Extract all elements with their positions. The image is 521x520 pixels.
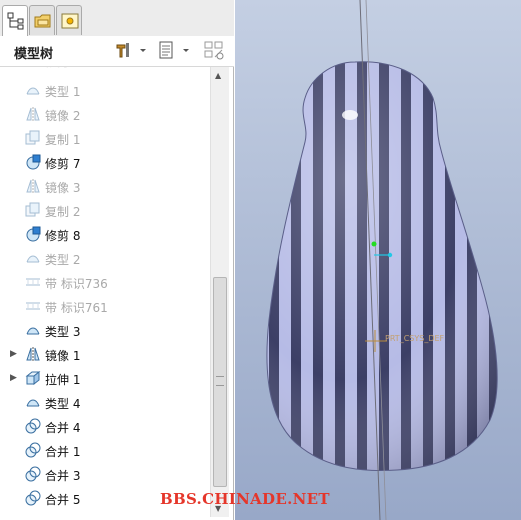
tree-item[interactable]: ▶ 拉伸 1 [0, 367, 210, 391]
model-tree-icon [7, 12, 24, 30]
tree-item[interactable]: 类型 3 [0, 319, 210, 343]
mirror-icon [25, 106, 41, 122]
tree-row-cutoff[interactable]: 修剪 6 [0, 67, 210, 73]
tree-item-label: 带 标识736 [45, 277, 108, 291]
merge-icon [25, 418, 41, 434]
tree-item-label: 合并 4 [45, 421, 81, 435]
tree-item-label: 修剪 7 [45, 157, 81, 171]
tree-item-label: 合并 3 [45, 469, 81, 483]
tree-item-label: 带 标识761 [45, 301, 108, 315]
merge-icon [25, 466, 41, 482]
copy-icon [25, 202, 41, 218]
tree-item[interactable]: 合并 4 [0, 415, 210, 439]
sweep-icon [25, 322, 41, 338]
scrollbar-thumb[interactable] [213, 277, 227, 487]
tree-item[interactable]: 复制 1 [0, 127, 210, 151]
sweep-icon [25, 250, 41, 266]
tree-item[interactable]: 合并 1 [0, 439, 210, 463]
navigator-tabs [0, 0, 234, 37]
watermark-text: BBS.CHINADE.NET [160, 490, 330, 508]
tree-item[interactable]: 类型 2 [0, 247, 210, 271]
tree-item[interactable]: 带 标识736 [0, 271, 210, 295]
tools-icon [116, 43, 129, 58]
trim-icon [25, 226, 41, 242]
favorites-icon [61, 13, 79, 29]
tree-item-label: 类型 3 [45, 325, 81, 339]
merge-icon [25, 442, 41, 458]
tree-item[interactable]: 合并 3 [0, 463, 210, 487]
extrude-icon [25, 370, 41, 386]
trim-icon [25, 154, 41, 170]
tree-item[interactable]: 类型 1 [0, 79, 210, 103]
model-tree-title: 模型树 [14, 47, 54, 62]
expand-arrow-icon[interactable]: ▶ [10, 373, 17, 383]
thumb-grip-icon [216, 376, 224, 386]
folder-icon [34, 14, 51, 28]
chevron-down-icon [140, 49, 146, 52]
tree-item-label: 镜像 2 [45, 109, 81, 123]
expand-arrow-icon[interactable]: ▶ [10, 349, 17, 359]
copy-icon [25, 130, 41, 146]
model-graphics: PRT_CSYS_DEF [255, 0, 515, 520]
tree-item-label: 镜像 3 [45, 181, 81, 195]
chevron-down-icon [183, 49, 189, 52]
tree-item[interactable]: 镜像 3 [0, 175, 210, 199]
ribbon-icon [25, 274, 41, 290]
tree-item-label: 镜像 1 [45, 349, 81, 363]
tree-item-label: 复制 2 [45, 205, 81, 219]
tree-item[interactable]: 修剪 8 [0, 223, 210, 247]
tree-scrollbar[interactable]: ▲ ▼ [210, 67, 229, 517]
mirror-icon [25, 346, 41, 362]
tree-item-label: 合并 1 [45, 445, 81, 459]
tree-item[interactable]: 修剪 7 [0, 151, 210, 175]
tree-item-label: 修剪 8 [45, 229, 81, 243]
tree-item[interactable]: 带 标识761 [0, 295, 210, 319]
settings-dropdown-button[interactable] [158, 41, 192, 59]
merge-icon [25, 490, 41, 506]
settings-list-icon [159, 41, 173, 59]
folder-browser-tab[interactable] [29, 5, 55, 35]
tree-item[interactable]: 复制 2 [0, 199, 210, 223]
striped-bottle-model[interactable] [255, 50, 515, 480]
tree-item[interactable]: 类型 4 [0, 391, 210, 415]
sweep-icon [25, 394, 41, 410]
tree-item[interactable]: 镜像 2 [0, 103, 210, 127]
show-hide-filter-icon[interactable] [204, 41, 226, 61]
sweep-icon [25, 82, 41, 98]
tools-dropdown-button[interactable] [115, 41, 149, 59]
tree-item-label: 合并 5 [45, 493, 81, 507]
mirror-icon [25, 178, 41, 194]
tree-item-label: 类型 2 [45, 253, 81, 267]
model-tree-header: 模型树 [0, 36, 234, 67]
scroll-up-arrow-icon[interactable]: ▲ [215, 71, 221, 80]
model-tree-tab[interactable] [2, 5, 28, 37]
favorites-tab[interactable] [56, 5, 82, 35]
ribbon-icon [25, 298, 41, 314]
3d-viewport[interactable]: PRT_CSYS_DEF [235, 0, 521, 520]
navigator-panel: 模型树 修剪 6 类型 1镜像 2复制 1修剪 7镜像 3复 [0, 0, 234, 520]
tree-item-label: 类型 1 [45, 85, 81, 99]
tree-item-label: 类型 4 [45, 397, 81, 411]
csys-label: PRT_CSYS_DEF [385, 334, 445, 343]
model-tree: 修剪 6 类型 1 镜像 2 复制 1 修剪 7 镜像 3 复制 2 修剪 8 类型 2 带 标… [0, 67, 210, 517]
tree-item[interactable]: ▶ 镜像 1 [0, 343, 210, 367]
tree-item-label: 拉伸 1 [45, 373, 81, 387]
tree-item-label: 复制 1 [45, 133, 81, 147]
